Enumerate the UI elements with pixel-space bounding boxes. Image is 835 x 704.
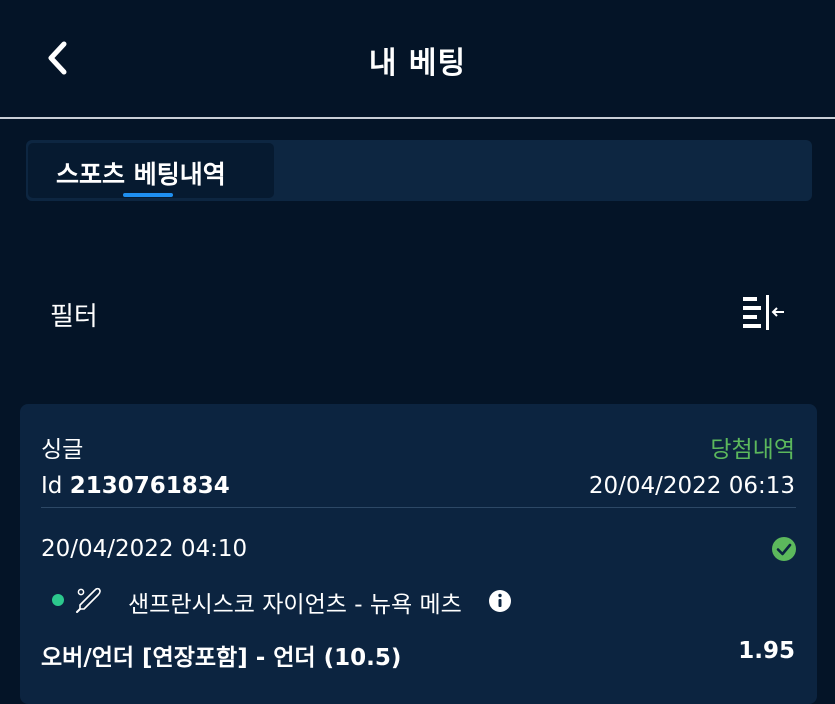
bet-id-prefix: Id: [41, 473, 63, 499]
bet-placed-time: 20/04/2022 06:13: [588, 473, 795, 499]
app-header: 내 베팅: [0, 0, 835, 119]
check-circle-icon: [772, 537, 796, 561]
divider: [41, 507, 796, 508]
event-date: 20/04/2022 04:10: [41, 536, 248, 562]
tab-label: 스포츠 베팅내역: [56, 160, 226, 189]
tab-bar: 스포츠 베팅내역: [26, 140, 812, 201]
event-name: 샌프란시스코 자이언츠 - 뉴욕 메츠: [128, 592, 462, 618]
bet-card[interactable]: 싱글 당첨내역 Id 2130761834 20/04/2022 06:13 2…: [20, 404, 817, 704]
info-icon[interactable]: [488, 589, 512, 613]
collapse-list-icon[interactable]: [736, 290, 790, 336]
bet-type: 싱글: [41, 437, 84, 463]
live-indicator-dot: [52, 594, 64, 606]
baseball-bat-icon: [76, 587, 101, 613]
filter-label[interactable]: 필터: [50, 296, 98, 333]
bet-status-badge: 당첨내역: [710, 437, 795, 463]
tab-sports-bet-history[interactable]: 스포츠 베팅내역: [28, 143, 274, 198]
active-tab-indicator: [123, 193, 173, 197]
bet-market: 오버/언더 [연장포함] - 언더 (10.5): [41, 645, 402, 671]
page-title: 내 베팅: [368, 46, 467, 81]
bet-odds: 1.95: [738, 638, 795, 664]
bet-id: 2130761834: [69, 473, 230, 499]
bet-id-row: Id 2130761834: [41, 473, 230, 499]
